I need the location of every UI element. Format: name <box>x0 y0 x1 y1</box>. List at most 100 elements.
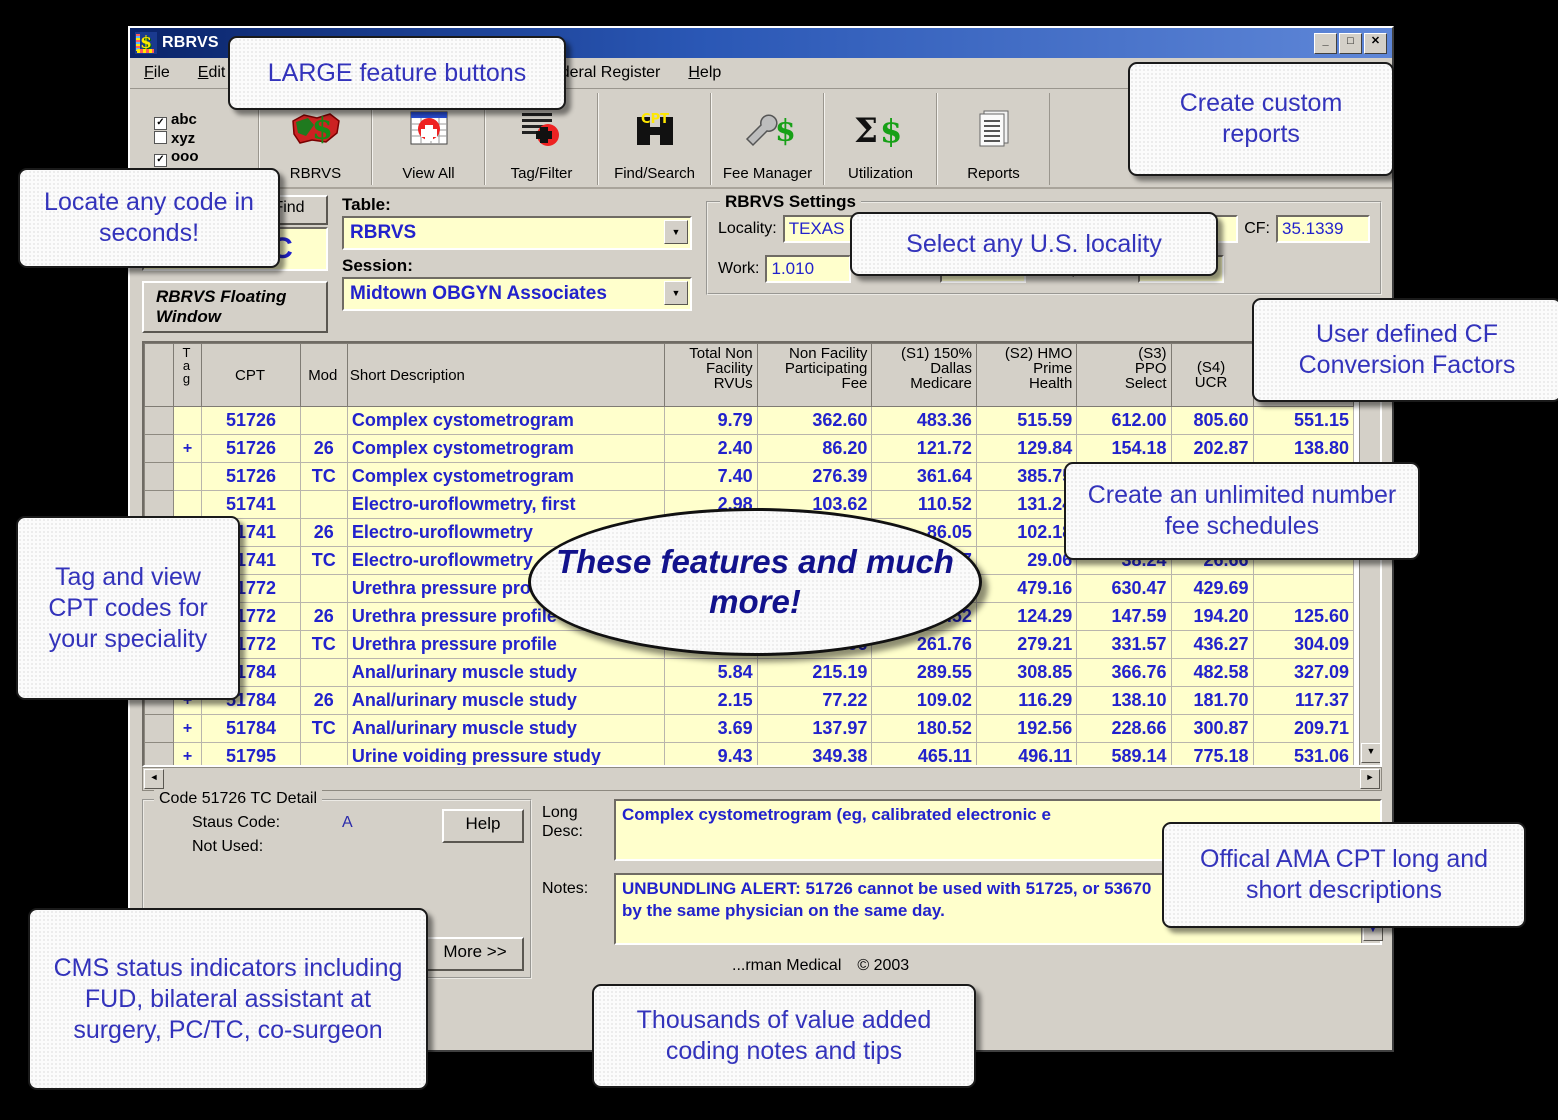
grid-header-s3-ppo-select[interactable]: (S3) PPO Select <box>1076 343 1172 407</box>
scroll-right-icon[interactable]: ► <box>1360 769 1380 789</box>
toolbar-button-find-search[interactable]: CPT Find/Search <box>598 93 711 185</box>
callout-cms-status-indicators: CMS status indicators including FUD, bil… <box>28 908 428 1090</box>
row-rvus-cell: 3.69 <box>664 714 758 743</box>
sigma-dollar-icon: Σ $ <box>852 93 910 165</box>
scroll-left-icon[interactable]: ◄ <box>144 769 164 789</box>
toolbar-button-fee-manager[interactable]: $ Fee Manager <box>711 93 824 185</box>
table-row[interactable]: 51726 Complex cystometrogram 9.79 362.60 483… <box>144 406 1355 435</box>
row-selector-cell[interactable] <box>144 742 174 765</box>
floating-window-line2: Window <box>156 307 221 326</box>
checklist-row-xyz[interactable]: xyz <box>154 130 195 148</box>
menu-item-help[interactable]: Help <box>688 64 721 82</box>
wrench-dollar-icon: $ <box>741 93 795 165</box>
table-row[interactable]: +51795 Urine voiding pressure study 9.43 34… <box>144 742 1355 765</box>
row-s2-cell: 192.56 <box>976 714 1078 743</box>
maximize-button[interactable]: □ <box>1339 32 1362 54</box>
session-select[interactable]: Midtown OBGYN Associates ▼ <box>342 277 692 311</box>
cf-label: CF: <box>1244 220 1270 237</box>
row-fee-cell: 362.60 <box>757 406 873 435</box>
row-tag-cell[interactable]: + <box>173 434 203 463</box>
row-mod-cell: TC <box>300 462 348 491</box>
grid-header-tag[interactable]: T a g <box>172 343 203 407</box>
close-button[interactable]: ✕ <box>1364 32 1387 54</box>
row-description-cell: Anal/urinary muscle study <box>347 714 666 743</box>
minimize-button[interactable]: _ <box>1314 32 1337 54</box>
row-rvus-cell: 9.43 <box>664 742 758 765</box>
row-selector-cell[interactable] <box>144 406 174 435</box>
session-select-value: Midtown OBGYN Associates <box>350 283 607 304</box>
checklist-row-ooo[interactable]: ✓ ooo <box>154 148 199 167</box>
table-row[interactable]: +51784Anal/urinary muscle study5.84215.1… <box>144 658 1355 687</box>
toolbar-button-reports[interactable]: Reports <box>937 93 1050 185</box>
row-cpt-cell: 51726 <box>201 462 301 491</box>
row-rvus-cell: 7.40 <box>664 462 758 491</box>
row-cpt-cell: 51784 <box>201 714 301 743</box>
row-mod-cell: 26 <box>300 518 348 547</box>
row-s2-cell: 308.85 <box>976 658 1078 687</box>
row-cpt-cell: 51726 <box>201 406 301 435</box>
menu-item-edit[interactable]: Edit <box>198 64 226 82</box>
work-input[interactable]: 1.010 <box>765 255 852 283</box>
cf-input[interactable]: 35.1339 <box>1276 215 1370 243</box>
row-s4-cell: 482.58 <box>1171 658 1254 687</box>
grid-header-short-description[interactable]: Short Description <box>346 343 666 407</box>
row-selector-cell[interactable] <box>144 462 174 491</box>
row-s3-cell: 331.57 <box>1076 630 1172 659</box>
row-cpt-cell: 51726 <box>201 434 301 463</box>
menu-item-file[interactable]: File <box>144 64 170 82</box>
grid-header-total-non-facility-rvus[interactable]: Total Non Facility RVUs <box>664 343 758 407</box>
row-selector-cell[interactable] <box>144 714 174 743</box>
grid-header-s4-ucr[interactable]: (S4) UCR <box>1170 343 1254 407</box>
chevron-down-icon[interactable]: ▼ <box>664 220 688 244</box>
more-button[interactable]: More >> <box>426 937 524 971</box>
callout-tag-and-view: Tag and view CPT codes for your speciali… <box>16 516 240 700</box>
row-tag-cell[interactable] <box>173 490 203 519</box>
svg-text:$: $ <box>312 112 333 147</box>
table-row[interactable]: +51726 26 Complex cystometrogram 2.40 86.20 1… <box>144 434 1355 463</box>
row-wc-cell: 304.09 <box>1253 630 1355 659</box>
callout-select-any-locality: Select any U.S. locality <box>850 212 1218 276</box>
table-select[interactable]: RBRVS ▼ <box>342 216 692 250</box>
row-s2-cell: 116.29 <box>976 686 1078 715</box>
row-s2-cell: 279.21 <box>976 630 1078 659</box>
grid-header-blank <box>144 343 174 407</box>
row-s1-cell: 289.55 <box>871 658 977 687</box>
checklist-row-abc[interactable]: ✓ abc <box>154 111 197 130</box>
grid-header-row: T a g CPT Mod Short Description Total No… <box>144 343 1355 407</box>
grid-header-mod[interactable]: Mod <box>299 343 348 407</box>
grid-header-s2-hmo-prime-health[interactable]: (S2) HMO Prime Health <box>975 343 1078 407</box>
row-fee-cell: 276.39 <box>757 462 873 491</box>
grid-header-cpt[interactable]: CPT <box>201 343 301 407</box>
code-detail-legend: Code 51726 TC Detail <box>154 790 323 808</box>
svg-text:Σ: Σ <box>854 111 878 149</box>
binoculars-cpt-icon: CPT <box>631 93 679 165</box>
grid-header-s1-dallas-medicare[interactable]: (S1) 150% Dallas Medicare <box>871 343 977 407</box>
row-s4-cell: 300.87 <box>1171 714 1254 743</box>
checkbox-checked-icon[interactable]: ✓ <box>154 117 167 130</box>
checkbox-checked-icon[interactable]: ✓ <box>154 154 167 167</box>
svg-text:CPT: CPT <box>641 112 669 127</box>
row-s2-cell: 124.29 <box>976 602 1078 631</box>
row-description-cell: Complex cystometrogram <box>347 406 666 435</box>
toolbar-button-utilization[interactable]: Σ $ Utilization <box>824 93 937 185</box>
table-row[interactable]: +51784 TC Anal/urinary muscle study 3.69 137… <box>144 714 1355 743</box>
row-selector-cell[interactable] <box>144 434 174 463</box>
row-selector-cell[interactable] <box>144 490 174 519</box>
row-tag-cell[interactable] <box>173 462 203 491</box>
row-s2-cell: 479.16 <box>976 574 1078 603</box>
grid-header-non-facility-participating-fee[interactable]: Non Facility Participating Fee <box>756 343 873 407</box>
floating-window-line1: RBRVS Floating <box>156 287 287 306</box>
row-s1-cell: 110.52 <box>871 490 977 519</box>
grid-horizontal-scrollbar[interactable]: ◄ ► <box>142 767 1382 791</box>
scroll-down-icon[interactable]: ▼ <box>1361 743 1380 763</box>
row-tag-cell[interactable]: + <box>173 714 203 743</box>
rbrvs-settings-legend: RBRVS Settings <box>720 192 861 212</box>
rbrvs-floating-window-button[interactable]: RBRVS Floating Window <box>142 281 328 333</box>
checkbox-unchecked-icon[interactable] <box>154 131 167 144</box>
row-tag-cell[interactable] <box>173 406 203 435</box>
chevron-down-icon[interactable]: ▼ <box>664 281 688 305</box>
help-button[interactable]: Help <box>442 809 524 843</box>
table-row[interactable]: +51784 26 Anal/urinary muscle study 2.15 77.… <box>144 686 1355 715</box>
row-tag-cell[interactable]: + <box>173 742 203 765</box>
svg-text:$: $ <box>775 114 795 149</box>
